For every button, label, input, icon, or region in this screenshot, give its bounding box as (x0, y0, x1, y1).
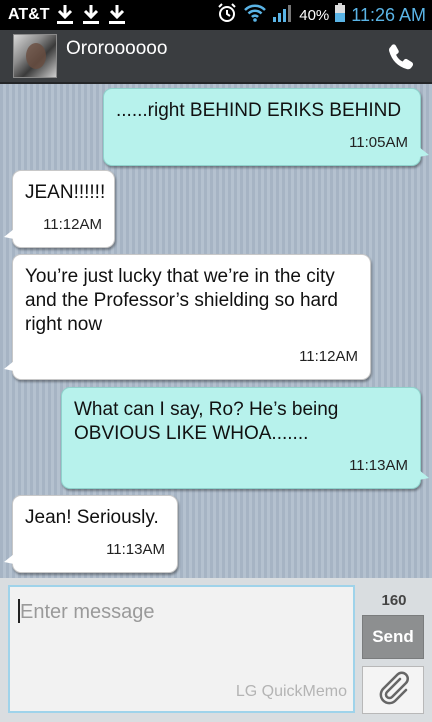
status-bar: AT&T 40% 11:26 AM (0, 0, 432, 30)
character-counter: 160 (381, 592, 407, 609)
battery-percent: 40% (299, 6, 330, 24)
message-text: JEAN!!!!!! (25, 182, 106, 203)
paperclip-icon (374, 669, 412, 712)
contact-name[interactable]: Ororoooooo (66, 38, 167, 60)
conversation-header: Ororoooooo (0, 30, 432, 84)
battery-icon (334, 2, 346, 28)
download-icon (54, 3, 76, 25)
message-text: Jean! Seriously. (25, 507, 159, 528)
message-text: What can I say, Ro? He’s being OBVIOUS L… (74, 399, 339, 444)
message-input-placeholder: Enter message (20, 601, 155, 623)
message-time: 11:13AM (349, 457, 408, 474)
carrier-name: AT&T (8, 6, 50, 23)
message-time: 11:05AM (349, 134, 408, 151)
send-button[interactable]: Send (362, 615, 424, 659)
attach-button[interactable] (362, 666, 424, 714)
message-list[interactable]: ......right BEHIND ERIKS BEHIND 11:05AM … (0, 84, 432, 578)
message-text: ......right BEHIND ERIKS BEHIND (116, 100, 402, 121)
contact-avatar[interactable] (13, 34, 57, 78)
phone-icon[interactable] (386, 42, 416, 72)
message-bubble-outgoing[interactable]: ......right BEHIND ERIKS BEHIND 11:05AM (103, 88, 429, 166)
message-bubble-incoming[interactable]: JEAN!!!!!! 11:12AM (4, 170, 115, 248)
message-input[interactable]: Enter message LG QuickMemo (8, 585, 355, 713)
wifi-icon (243, 3, 267, 28)
status-clock: 11:26 AM (351, 4, 426, 25)
message-text: You’re just lucky that we’re in the city… (25, 266, 338, 335)
message-bubble-incoming[interactable]: Jean! Seriously. 11:13AM (4, 495, 178, 573)
message-bubble-outgoing[interactable]: What can I say, Ro? He’s being OBVIOUS L… (61, 387, 429, 489)
signal-icon (272, 3, 294, 28)
download-icon (106, 3, 128, 25)
message-time: 11:12AM (43, 216, 102, 233)
message-bubble-incoming[interactable]: You’re just lucky that we’re in the city… (4, 254, 371, 380)
message-time: 11:12AM (299, 348, 358, 365)
alarm-icon (216, 2, 238, 29)
download-icon (80, 3, 102, 25)
compose-area: Enter message LG QuickMemo 160 Send (0, 578, 432, 722)
message-time: 11:13AM (106, 541, 165, 558)
quickmemo-watermark: LG QuickMemo (235, 683, 347, 700)
